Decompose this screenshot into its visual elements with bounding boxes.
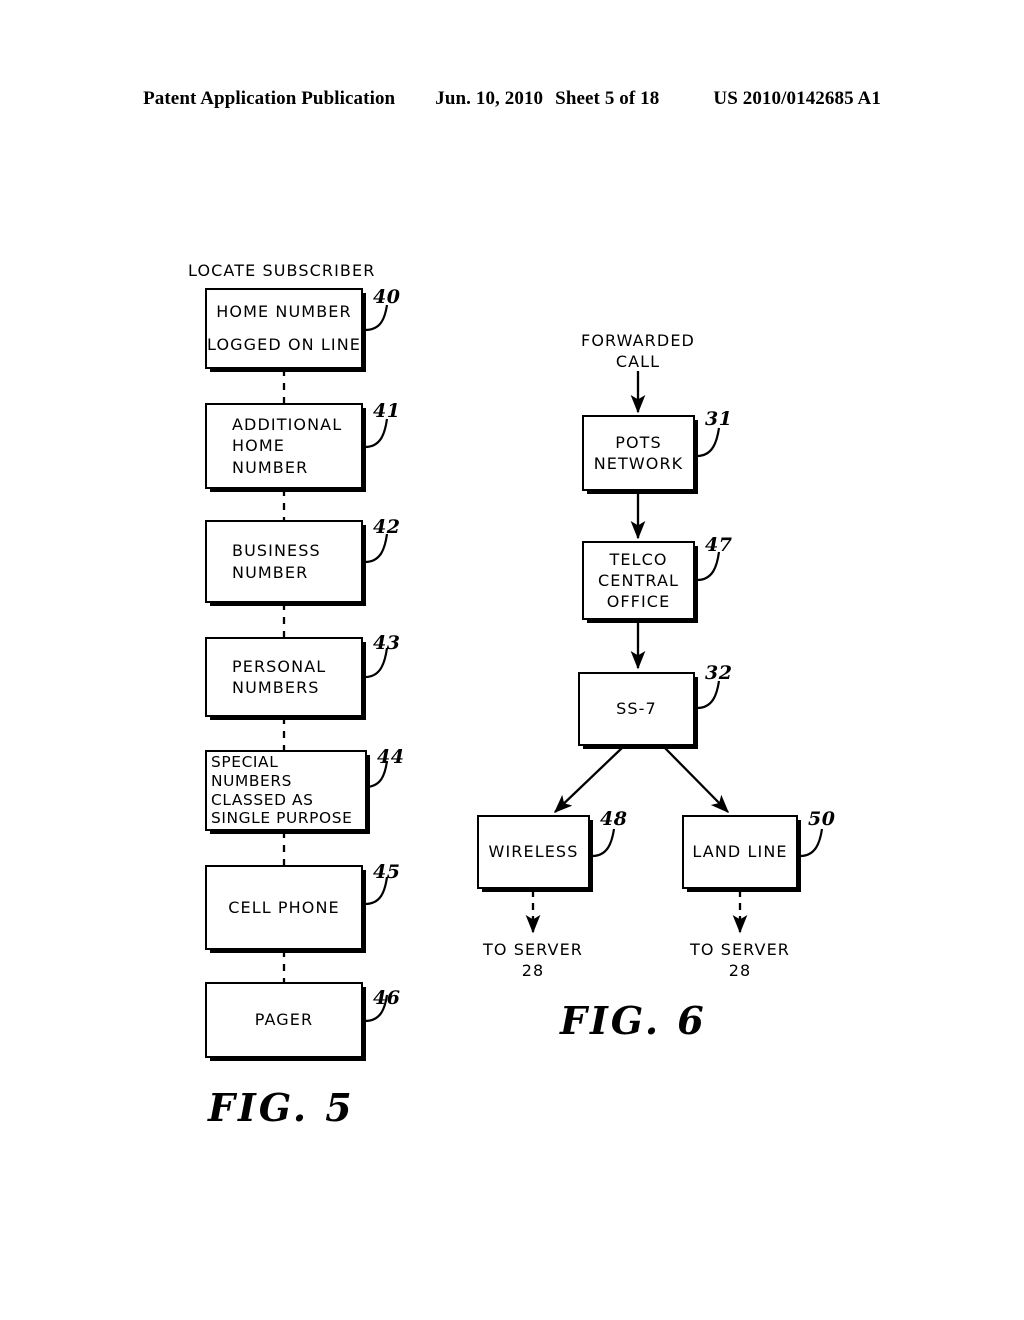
- fig6-exit-connectors: [525, 890, 748, 934]
- fig5-ref-41: 41: [373, 400, 401, 422]
- fig6-box-telco-central-office-label: TELCO CENTRAL OFFICE: [597, 549, 680, 612]
- fig6-ref-47: 47: [705, 534, 733, 556]
- fig6-box-pots-network-label: POTS NETWORK: [593, 432, 684, 473]
- fig5-box-special-numbers-label: SPECIAL NUMBERS CLASSED AS SINGLE PURPOS…: [211, 752, 353, 828]
- fig5-box-business-number: BUSINESS NUMBER: [205, 520, 363, 603]
- fig5-ref-45: 45: [373, 861, 401, 883]
- fig5-box-home-number-label: HOME NUMBER LOGGED ON LINE: [207, 301, 362, 354]
- fig5-box-home-number: HOME NUMBER LOGGED ON LINE: [205, 288, 363, 369]
- fig5-box-personal-numbers-label: PERSONAL NUMBERS: [232, 656, 327, 697]
- fig5-ref-43: 43: [373, 632, 401, 654]
- fig6-box-land-line: LAND LINE: [682, 815, 798, 889]
- fig6-ref-50: 50: [808, 808, 836, 830]
- fig5-ref-40: 40: [373, 286, 401, 308]
- fig6-entry-label: FORWARDED CALL: [581, 331, 695, 371]
- fig5-ref-44: 44: [377, 746, 405, 768]
- fig6-box-wireless-label: WIRELESS: [488, 842, 579, 862]
- fig5-box-additional-home-number: ADDITIONAL HOME NUMBER: [205, 403, 363, 489]
- fig6-ref-31: 31: [705, 408, 733, 430]
- fig6-ref-32: 32: [705, 662, 733, 684]
- figure-canvas: LOCATE SUBSCRIBER HOME NUMBER LOGGED ON …: [0, 0, 1024, 1320]
- connector-layer: [282, 304, 824, 1023]
- fig6-exit-landline-label: TO SERVER 28: [689, 940, 791, 980]
- fig6-box-ss7-label: SS-7: [616, 699, 657, 719]
- fig5-ref-46: 46: [373, 987, 401, 1009]
- fig5-box-special-numbers: SPECIAL NUMBERS CLASSED AS SINGLE PURPOS…: [205, 750, 367, 831]
- fig5-box-personal-numbers: PERSONAL NUMBERS: [205, 637, 363, 717]
- fig5-title: LOCATE SUBSCRIBER: [188, 261, 376, 280]
- fig6-box-wireless: WIRELESS: [477, 815, 590, 889]
- fig6-ref-48: 48: [600, 808, 628, 830]
- fig5-label: FIG. 5: [208, 1085, 355, 1130]
- fig5-ref-42: 42: [373, 516, 401, 538]
- fig5-box-pager-label: PAGER: [254, 1010, 314, 1030]
- fig6-leader-lines: [591, 427, 824, 858]
- fig5-box-additional-home-number-label: ADDITIONAL HOME NUMBER: [232, 415, 343, 477]
- fig5-box-cell-phone: CELL PHONE: [205, 865, 363, 950]
- fig5-box-cell-phone-label: CELL PHONE: [228, 897, 340, 917]
- fig5-box-business-number-label: BUSINESS NUMBER: [232, 541, 321, 582]
- fig6-box-telco-central-office: TELCO CENTRAL OFFICE: [582, 541, 695, 620]
- fig6-box-land-line-label: LAND LINE: [692, 842, 788, 862]
- fig5-box-pager: PAGER: [205, 982, 363, 1058]
- fig6-box-pots-network: POTS NETWORK: [582, 415, 695, 491]
- fig6-label: FIG. 6: [560, 998, 707, 1043]
- fig6-box-ss7: SS-7: [578, 672, 695, 746]
- fig6-exit-wireless-label: TO SERVER 28: [482, 940, 584, 980]
